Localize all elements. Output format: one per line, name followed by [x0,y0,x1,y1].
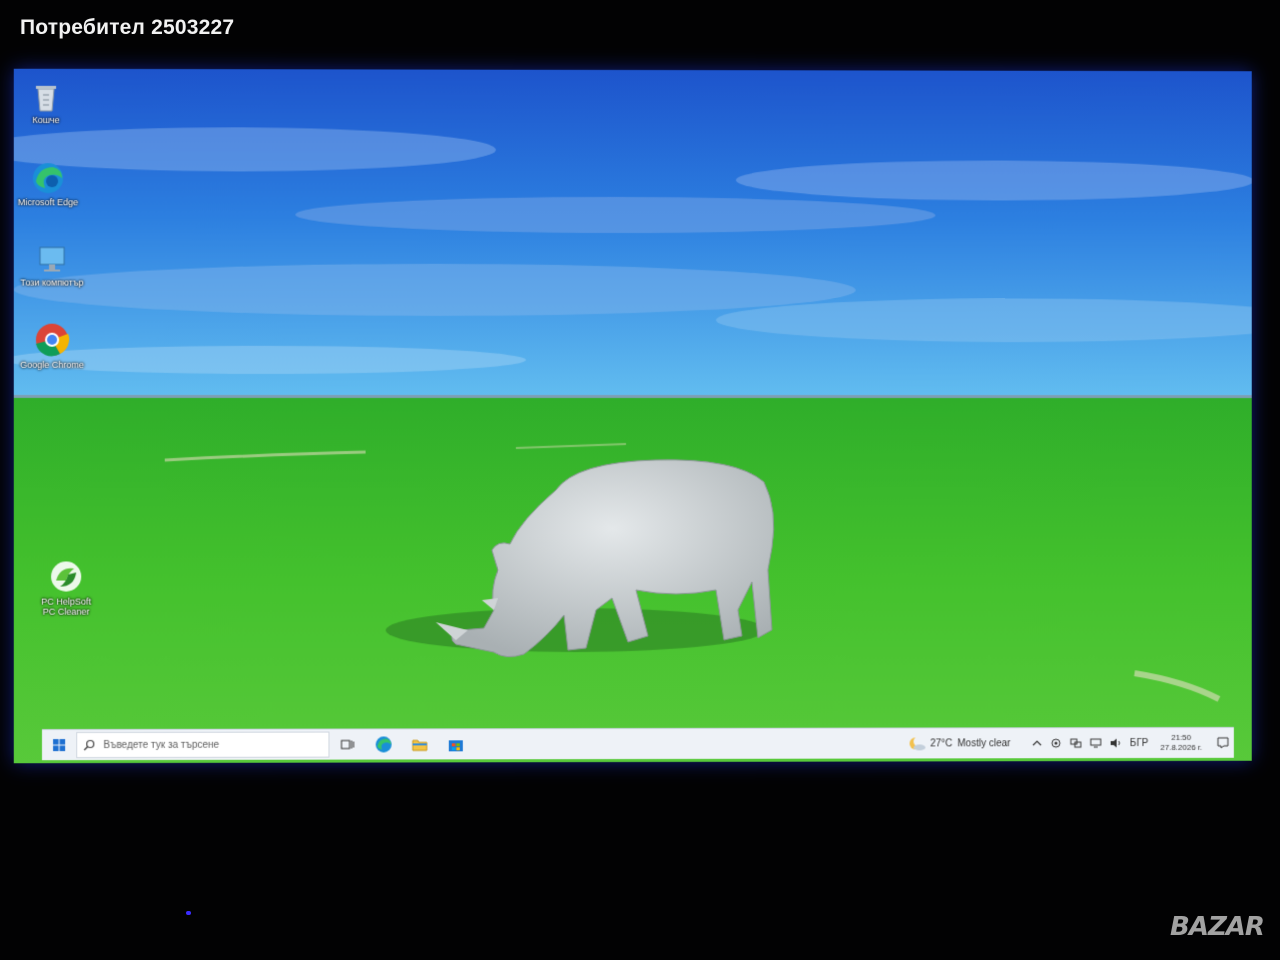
monitor-icon [39,246,65,271]
recycle-bin-icon [35,85,56,112]
search-icon [83,739,95,751]
weather-moon-icon [909,736,926,751]
action-center-button[interactable] [1212,737,1234,749]
desktop-icon-pc-helpsoft[interactable]: PC HelpSoft PC Cleaner [34,558,98,617]
led-indicator [186,911,191,915]
search-input[interactable] [101,738,317,752]
desktop-icon-this-computer[interactable]: Този компютър [20,243,84,288]
bazar-watermark: BAZAR [1170,912,1265,942]
desktop-icon-label: PC HelpSoft PC Cleaner [41,596,92,617]
network-button[interactable] [1070,738,1082,748]
system-tray: 27°C Mostly clear БГР 21:50 27.8.2026 г. [907,728,1234,759]
network-icon [1070,738,1082,748]
desktop-icon-google-chrome[interactable]: Google Chrome [20,322,84,370]
camera-icon [1050,738,1062,748]
desktop-icon-recycle-bin[interactable]: Кошче [14,81,78,125]
weather-widget[interactable]: 27°C Mostly clear [907,735,1011,751]
taskbar-store-button[interactable] [438,729,474,759]
desktop-icon-label: Този компютър [20,277,84,288]
edge-icon [375,736,392,753]
desktop-icon-label: Кошче [32,114,60,126]
store-icon [448,739,463,751]
task-view-button[interactable] [329,729,365,759]
clock-date: 27.8.2026 г. [1160,742,1203,752]
display-icon [1090,738,1102,748]
taskbar-file-explorer-button[interactable] [402,729,438,759]
edge-icon [32,162,63,193]
page-caption: Потребител 2503227 [20,16,235,39]
desktop-icon-label: Google Chrome [20,359,85,370]
notification-icon [1217,737,1229,749]
weather-temperature: 27°C [930,737,953,749]
desktop-icon-label: Microsoft Edge [17,197,79,208]
speaker-icon [1111,738,1122,748]
monitor-screen: Кошче Microsoft Edge Този компютър Googl… [13,68,1252,764]
pc-cleaner-icon [51,561,82,592]
taskbar-search-box[interactable] [76,731,330,759]
meet-now-button[interactable] [1050,738,1062,748]
input-language-indicator[interactable]: БГР [1130,738,1149,749]
volume-button[interactable] [1110,738,1122,748]
desktop-wallpaper [13,68,1252,764]
desktop-icon-microsoft-edge[interactable]: Microsoft Edge [16,161,80,207]
windows-logo-icon [53,739,66,752]
taskbar-edge-button[interactable] [366,729,402,759]
show-hidden-icons-button[interactable] [1032,739,1042,747]
clock-time: 21:50 [1171,732,1192,742]
chevron-up-icon [1032,739,1042,747]
chrome-icon [35,323,70,357]
taskbar: 27°C Mostly clear БГР 21:50 27.8.2026 г. [41,726,1234,761]
start-button[interactable] [42,730,76,760]
taskbar-clock[interactable]: 21:50 27.8.2026 г. [1160,733,1202,753]
weather-condition: Mostly clear [957,737,1011,749]
task-view-icon [341,739,355,751]
folder-icon [411,738,427,750]
display-button[interactable] [1090,738,1102,748]
